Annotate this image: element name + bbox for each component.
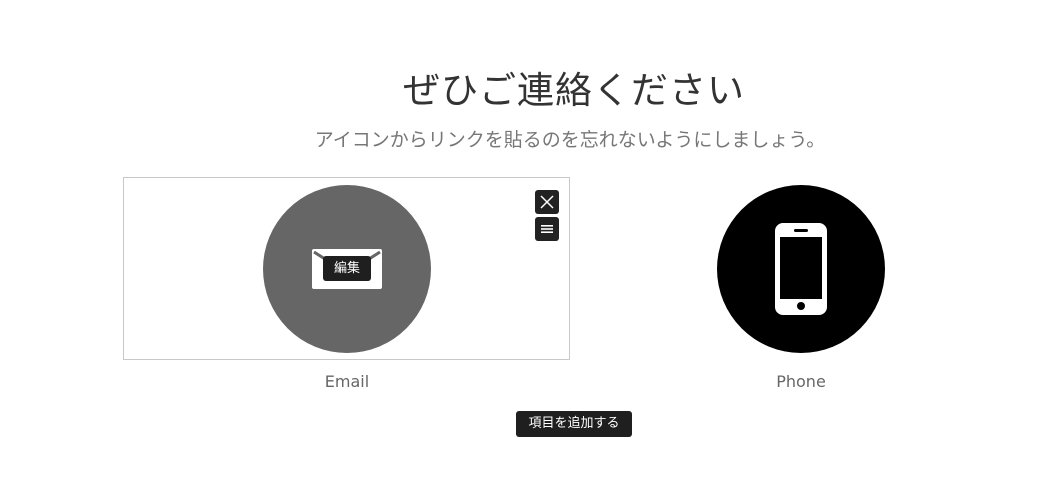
remove-item-button[interactable] — [535, 190, 559, 214]
add-item-button[interactable]: 項目を追加する — [516, 411, 632, 437]
page-title: ぜひご連絡ください — [403, 69, 745, 112]
edit-button[interactable]: 編集 — [323, 256, 372, 281]
email-caption[interactable]: Email — [247, 372, 447, 391]
hamburger-menu-icon — [541, 225, 553, 233]
phone-caption[interactable]: Phone — [701, 372, 901, 391]
smartphone-icon — [775, 223, 827, 315]
page-subtitle: アイコンからリンクを貼るのを忘れないようにしましょう。 — [314, 129, 826, 151]
item-menu-button[interactable] — [535, 217, 559, 241]
phone-icon-circle[interactable] — [717, 185, 885, 353]
close-icon — [540, 195, 554, 209]
